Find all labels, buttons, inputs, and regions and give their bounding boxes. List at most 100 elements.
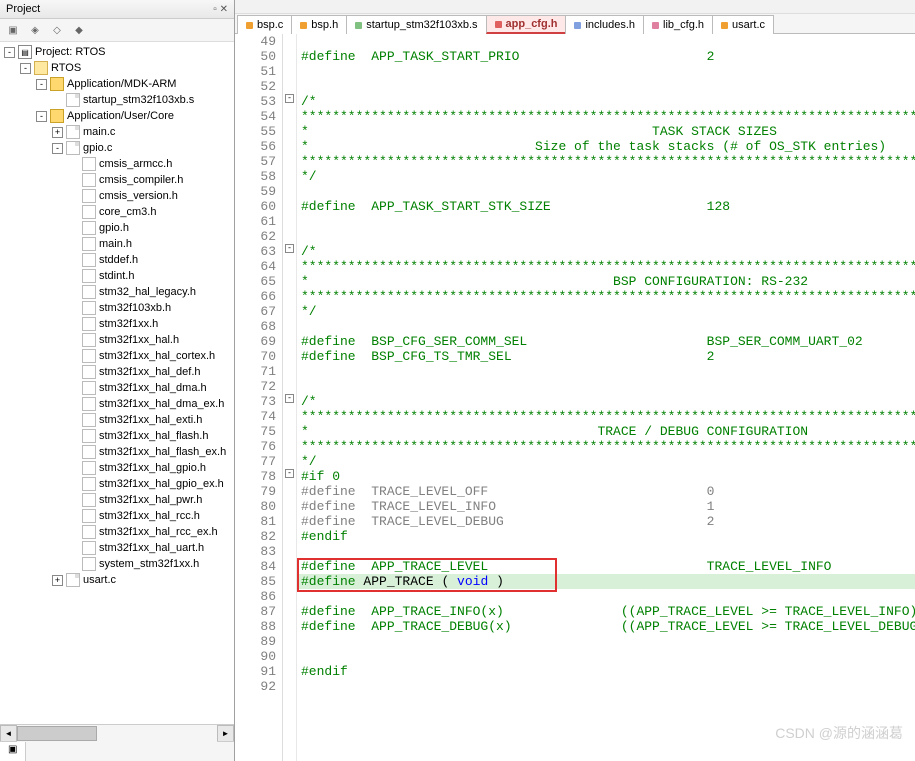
tree-item[interactable]: stm32f1xx_hal_gpio_ex.h [0, 476, 234, 492]
code-line[interactable] [297, 229, 915, 244]
code-line[interactable]: #define BSP_CFG_TS_TMR_SEL 2 [297, 349, 915, 364]
tree-item[interactable]: stm32f1xx_hal_exti.h [0, 412, 234, 428]
code-line[interactable]: * TRACE / DEBUG CONFIGURATION [297, 424, 915, 439]
code-line[interactable]: #define BSP_CFG_SER_COMM_SEL BSP_SER_COM… [297, 334, 915, 349]
tree-item[interactable]: stm32f1xx_hal_dma.h [0, 380, 234, 396]
expand-toggle[interactable]: - [20, 63, 31, 74]
code-line[interactable]: #define APP_TASK_START_PRIO 2 [297, 49, 915, 64]
code-line[interactable]: * Size of the task stacks (# of OS_STK e… [297, 139, 915, 154]
scroll-left-arrow[interactable]: ◄ [0, 725, 17, 742]
expand-toggle[interactable]: + [52, 127, 63, 138]
tree-item[interactable]: stm32f1xx_hal.h [0, 332, 234, 348]
tree-item[interactable]: gpio.h [0, 220, 234, 236]
tree-item[interactable]: stm32f103xb.h [0, 300, 234, 316]
code-line[interactable]: */ [297, 304, 915, 319]
code-line[interactable] [297, 34, 915, 49]
code-line[interactable]: #define TRACE_LEVEL_DEBUG 2 [297, 514, 915, 529]
tree-item[interactable]: cmsis_compiler.h [0, 172, 234, 188]
tree-item[interactable]: +usart.c [0, 572, 234, 588]
project-tree[interactable]: -▤Project: RTOS-RTOS-Application/MDK-ARM… [0, 42, 234, 724]
fold-column[interactable]: - - - - [283, 34, 297, 761]
tree-item[interactable]: cmsis_armcc.h [0, 156, 234, 172]
expand-toggle[interactable]: - [36, 79, 47, 90]
code-line[interactable] [297, 184, 915, 199]
editor-tab[interactable]: includes.h [565, 15, 644, 34]
tree-item[interactable]: core_cm3.h [0, 204, 234, 220]
tree-item[interactable]: -Application/MDK-ARM [0, 76, 234, 92]
editor-tab[interactable]: usart.c [712, 15, 774, 34]
tree-item[interactable]: stm32f1xx_hal_cortex.h [0, 348, 234, 364]
scroll-right-arrow[interactable]: ► [217, 725, 234, 742]
code-line[interactable] [297, 214, 915, 229]
code-line[interactable] [297, 379, 915, 394]
tree-item[interactable]: -gpio.c [0, 140, 234, 156]
code-line[interactable]: #endif [297, 664, 915, 679]
code-line[interactable]: ****************************************… [297, 439, 915, 454]
code-line[interactable]: * TASK STACK SIZES [297, 124, 915, 139]
expand-toggle[interactable]: - [52, 143, 63, 154]
code-line[interactable]: /* [297, 94, 915, 109]
tree-item[interactable]: +main.c [0, 124, 234, 140]
code-line[interactable]: #define TRACE_LEVEL_INFO 1 [297, 499, 915, 514]
code-line[interactable]: /* [297, 244, 915, 259]
scroll-thumb[interactable] [17, 726, 97, 741]
tree-item[interactable]: stm32f1xx_hal_uart.h [0, 540, 234, 556]
tree-item[interactable]: -Application/User/Core [0, 108, 234, 124]
fold-toggle[interactable]: - [285, 244, 294, 253]
code-line[interactable]: ****************************************… [297, 109, 915, 124]
code-area[interactable]: 4950515253545556575859606162636465666768… [235, 34, 915, 761]
code-line[interactable]: #define APP_TRACE_DEBUG(x) ((APP_TRACE_L… [297, 619, 915, 634]
editor-tab[interactable]: startup_stm32f103xb.s [346, 15, 486, 34]
tree-item[interactable]: stm32f1xx_hal_gpio.h [0, 460, 234, 476]
code-line[interactable] [297, 679, 915, 694]
tree-item[interactable]: -RTOS [0, 60, 234, 76]
tree-item[interactable]: stm32f1xx_hal_def.h [0, 364, 234, 380]
code-line[interactable]: */ [297, 169, 915, 184]
tree-item[interactable]: cmsis_version.h [0, 188, 234, 204]
tree-item[interactable]: main.h [0, 236, 234, 252]
editor-tab[interactable]: app_cfg.h [486, 15, 567, 34]
tree-item[interactable]: stm32f1xx_hal_flash.h [0, 428, 234, 444]
fold-toggle[interactable]: - [285, 394, 294, 403]
code-line[interactable]: #define TRACE_LEVEL_OFF 0 [297, 484, 915, 499]
code-line[interactable]: ****************************************… [297, 409, 915, 424]
code-line[interactable] [297, 64, 915, 79]
tree-item[interactable]: stm32f1xx_hal_flash_ex.h [0, 444, 234, 460]
tree-item[interactable]: stm32f1xx_hal_rcc_ex.h [0, 524, 234, 540]
code-line[interactable]: #define APP_TRACE ( void ) [297, 574, 915, 589]
tree-item[interactable]: startup_stm32f103xb.s [0, 92, 234, 108]
tree-item[interactable]: stm32f1xx_hal_pwr.h [0, 492, 234, 508]
scroll-track[interactable] [17, 725, 217, 742]
bottom-tab[interactable]: ▣ [0, 742, 26, 761]
tree-item[interactable]: stm32f1xx.h [0, 316, 234, 332]
tree-item[interactable]: system_stm32f1xx.h [0, 556, 234, 572]
code-line[interactable]: ****************************************… [297, 289, 915, 304]
code-line[interactable] [297, 649, 915, 664]
code-line[interactable]: */ [297, 454, 915, 469]
code-line[interactable] [297, 634, 915, 649]
code-line[interactable]: #if 0 [297, 469, 915, 484]
toolbar-button[interactable]: ◇ [48, 21, 66, 39]
expand-toggle[interactable]: - [4, 47, 15, 58]
toolbar-button[interactable]: ◈ [26, 21, 44, 39]
tree-item[interactable]: stm32_hal_legacy.h [0, 284, 234, 300]
editor-tab[interactable]: lib_cfg.h [643, 15, 713, 34]
fold-toggle[interactable]: - [285, 469, 294, 478]
code-line[interactable]: #define APP_TASK_START_STK_SIZE 128 [297, 199, 915, 214]
code-line[interactable]: ****************************************… [297, 259, 915, 274]
code-line[interactable]: #define APP_TRACE_LEVEL TRACE_LEVEL_INFO [297, 559, 915, 574]
editor-tab[interactable]: bsp.c [237, 15, 292, 34]
code-line[interactable]: #define APP_TRACE_INFO(x) ((APP_TRACE_LE… [297, 604, 915, 619]
toolbar-button[interactable]: ▣ [4, 21, 22, 39]
code-line[interactable]: /* [297, 394, 915, 409]
code-line[interactable] [297, 544, 915, 559]
fold-toggle[interactable]: - [285, 94, 294, 103]
code-line[interactable]: * BSP CONFIGURATION: RS-232 [297, 274, 915, 289]
expand-toggle[interactable]: - [36, 111, 47, 122]
code-line[interactable] [297, 364, 915, 379]
code-line[interactable] [297, 319, 915, 334]
code-line[interactable]: ****************************************… [297, 154, 915, 169]
toolbar-button[interactable]: ◆ [70, 21, 88, 39]
editor-tab[interactable]: bsp.h [291, 15, 347, 34]
panel-controls[interactable]: ▫ ✕ [213, 4, 228, 15]
